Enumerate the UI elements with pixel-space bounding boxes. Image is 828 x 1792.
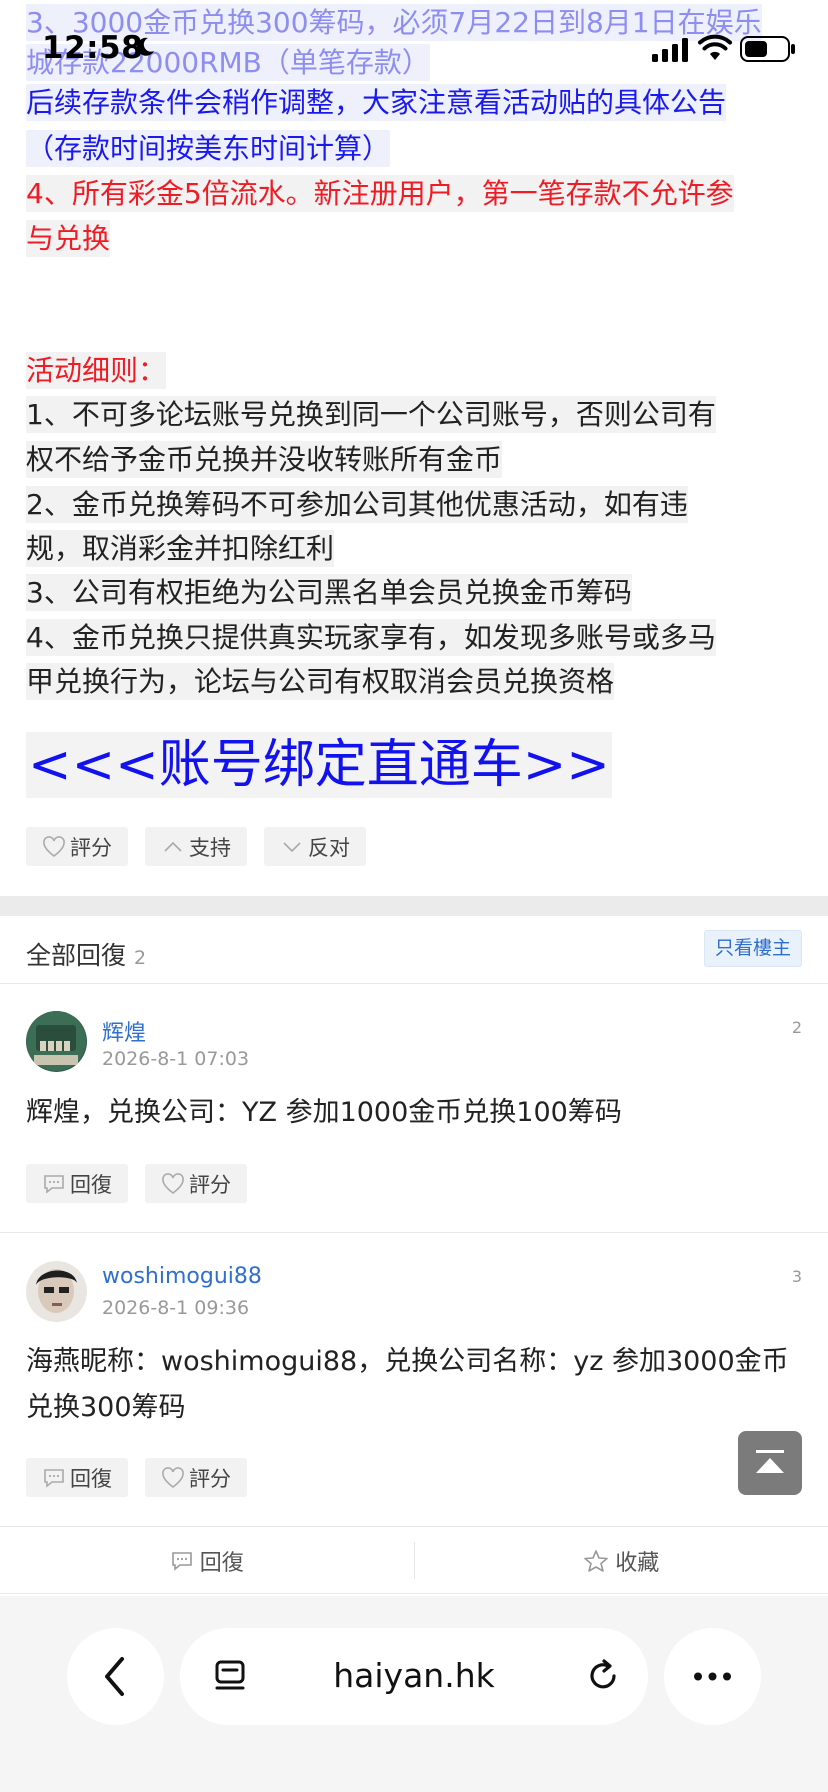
post-line: 权不给予金币兑换并没收转账所有金币 — [26, 437, 503, 482]
chevron-down-icon — [283, 841, 301, 852]
reply-button[interactable]: 回復 — [26, 1458, 128, 1497]
post-line: 甲兑换行为，论坛与公司有权取消会员兑换资格 — [26, 659, 615, 704]
post-text: 后续存款条件会稍作调整，大家注意看活动贴的具体公告 — [26, 84, 727, 121]
support-label: 支持 — [189, 835, 231, 860]
heart-icon — [162, 1466, 184, 1488]
comment-actions: 回復 評分 — [26, 1164, 247, 1203]
speech-bubble-icon — [171, 1551, 192, 1571]
oppose-label: 反对 — [308, 835, 350, 860]
account-binding-link[interactable]: <<<账号绑定直通车>> — [26, 732, 612, 798]
post-line: 活动细则： — [26, 348, 167, 393]
post-line: 4、所有彩金5倍流水。新注册用户，第一笔存款不允许参 — [26, 171, 734, 216]
oppose-button[interactable]: 反对 — [264, 827, 366, 866]
speech-bubble-icon — [44, 1468, 64, 1488]
comment-floor: 2 — [791, 1018, 802, 1037]
bottom-reply-label: 回復 — [199, 1550, 244, 1576]
browser-toolbar: haiyan.hk — [0, 1596, 828, 1792]
post-text: 权不给予金币兑换并没收转账所有金币 — [26, 441, 503, 478]
comment-text: 海燕昵称：woshimogui88，兑换公司名称：yz 参加3000金币兑换30… — [26, 1346, 789, 1423]
post-text: 3、公司有权拒绝为公司黑名单会员兑换金币筹码 — [26, 574, 632, 611]
post-text: （存款时间按美东时间计算） — [26, 130, 391, 167]
speech-bubble-icon — [44, 1174, 64, 1194]
comment-date: 2026-8-1 09:36 — [102, 1297, 250, 1319]
post-text: 4、所有彩金5倍流水。新注册用户，第一笔存款不允许参 — [26, 175, 734, 212]
replies-title: 全部回復 2 — [26, 936, 146, 972]
replies-header: 全部回復 2 只看樓主 — [0, 916, 828, 984]
rate-label: 評分 — [189, 1466, 231, 1491]
chevron-up-icon — [164, 841, 182, 852]
rate-button[interactable]: 評分 — [145, 1164, 247, 1203]
star-icon — [584, 1549, 609, 1572]
post-text: 与兑换 — [26, 220, 111, 257]
avatar-image — [26, 1261, 87, 1322]
post-line: 城存款22000RMB（单笔存款） — [26, 40, 430, 85]
favorite-button[interactable]: 收藏 — [415, 1528, 828, 1593]
rate-label: 評分 — [70, 835, 112, 860]
section-divider — [0, 896, 828, 916]
post-line: 与兑换 — [26, 216, 111, 261]
post-text: 甲兑换行为，论坛与公司有权取消会员兑换资格 — [26, 663, 615, 700]
post-text: 规，取消彩金并扣除红利 — [26, 530, 335, 567]
post-text: 城存款22000RMB（单笔存款） — [26, 44, 430, 81]
reply-label: 回復 — [70, 1172, 112, 1197]
reply-button[interactable]: 回復 — [26, 1164, 128, 1203]
comment-text: 辉煌，兑换公司：YZ 参加1000金币兑换100筹码 — [26, 1097, 622, 1128]
avatar-image — [26, 1011, 87, 1072]
replies-title-text: 全部回復 — [26, 941, 127, 970]
reload-icon[interactable] — [584, 1656, 622, 1696]
bottom-reply-button[interactable]: 回復 — [0, 1528, 414, 1593]
heart-icon — [43, 835, 65, 857]
post-line: 规，取消彩金并扣除红利 — [26, 526, 335, 571]
arrow-up-to-top-icon — [756, 1450, 784, 1473]
post-text: 4、金币兑换只提供真实玩家享有，如发现多账号或多马 — [26, 619, 716, 656]
post-line: （存款时间按美东时间计算） — [26, 126, 391, 171]
comment-item: 辉煌 2026-8-1 07:03 2 辉煌，兑换公司：YZ 参加1000金币兑… — [0, 984, 828, 1233]
browser-more-button[interactable] — [664, 1628, 761, 1725]
support-button[interactable]: 支持 — [145, 827, 247, 866]
more-dots-icon — [694, 1672, 731, 1681]
rate-button[interactable]: 評分 — [26, 827, 128, 866]
post-text: 1、不可多论坛账号兑换到同一个公司账号，否则公司有 — [26, 396, 716, 433]
url-text: haiyan.hk — [333, 1656, 495, 1695]
post-line: 后续存款条件会稍作调整，大家注意看活动贴的具体公告 — [26, 80, 727, 125]
heart-icon — [162, 1172, 184, 1194]
post-text: 3、3000金币兑换300筹码，必须7月22日到8月1日在娱乐 — [26, 4, 762, 41]
rules-heading: 活动细则： — [26, 352, 167, 389]
comment-username[interactable]: woshimogui88 — [102, 1264, 262, 1289]
browser-back-button[interactable] — [67, 1628, 164, 1725]
comment-date: 2026-8-1 07:03 — [102, 1048, 250, 1070]
comment-floor: 3 — [791, 1267, 802, 1286]
rate-button[interactable]: 評分 — [145, 1458, 247, 1497]
avatar[interactable] — [26, 1011, 87, 1072]
post-line: 3、3000金币兑换300筹码，必须7月22日到8月1日在娱乐 — [26, 0, 762, 45]
post-line: 1、不可多论坛账号兑换到同一个公司账号，否则公司有 — [26, 392, 716, 437]
comment-actions: 回復 評分 — [26, 1458, 247, 1497]
replies-count: 2 — [134, 947, 147, 969]
rate-label: 評分 — [189, 1172, 231, 1197]
post-line: 3、公司有权拒绝为公司黑名单会员兑换金币筹码 — [26, 570, 632, 615]
post-line: 2、金币兑换筹码不可参加公司其他优惠活动，如有违 — [26, 482, 688, 527]
post-bottom-actions: 回復 收藏 — [0, 1528, 828, 1594]
post-vote-row: 評分 支持 反对 — [26, 827, 366, 866]
back-to-top-button[interactable] — [738, 1431, 802, 1495]
avatar[interactable] — [26, 1261, 87, 1322]
post-text: 2、金币兑换筹码不可参加公司其他优惠活动，如有违 — [26, 486, 688, 523]
comment-item: woshimogui88 2026-8-1 09:36 3 海燕昵称：woshi… — [0, 1233, 828, 1527]
reply-label: 回復 — [70, 1466, 112, 1491]
address-bar[interactable]: haiyan.hk — [180, 1628, 648, 1725]
favorite-label: 收藏 — [615, 1550, 660, 1576]
post-line: 4、金币兑换只提供真实玩家享有，如发现多账号或多马 — [26, 615, 716, 660]
only-owner-button[interactable]: 只看樓主 — [703, 930, 802, 967]
comment-username[interactable]: 辉煌 — [102, 1015, 146, 1047]
chevron-left-icon — [105, 1657, 124, 1696]
